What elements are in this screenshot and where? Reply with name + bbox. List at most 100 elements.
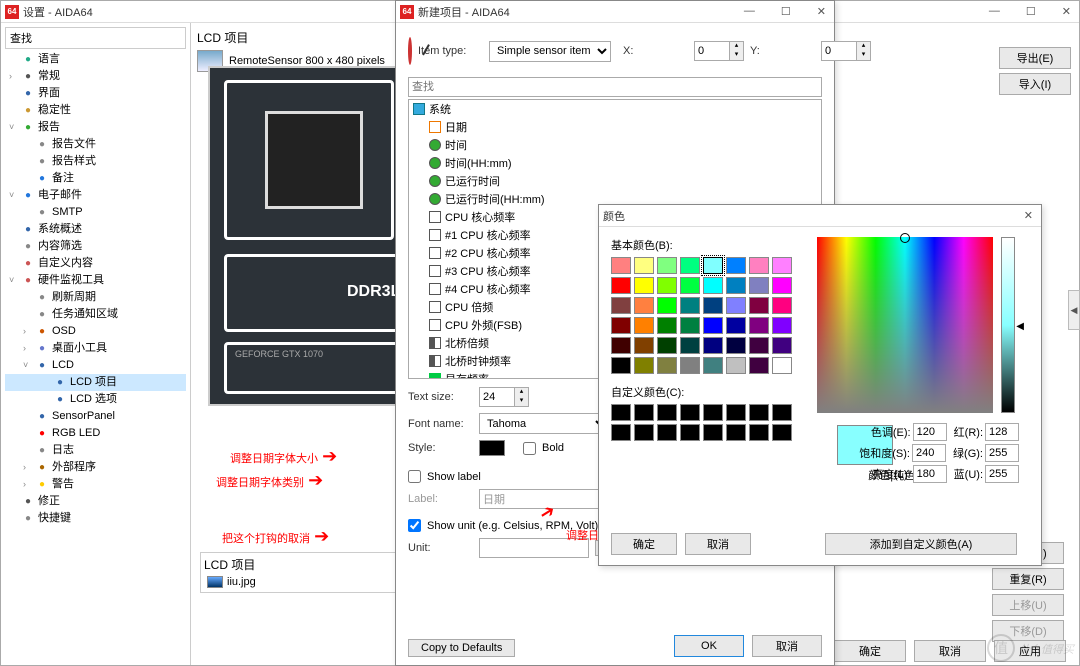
color-swatch[interactable]: [680, 337, 700, 354]
color-swatch[interactable]: [726, 337, 746, 354]
custom-color-swatch[interactable]: [657, 424, 677, 441]
green-input[interactable]: [985, 444, 1019, 462]
modal-ok-button[interactable]: OK: [674, 635, 744, 657]
custom-color-swatch[interactable]: [611, 404, 631, 421]
red-input[interactable]: [985, 423, 1019, 441]
color-swatch[interactable]: [749, 257, 769, 274]
tree-item[interactable]: ●系统概述: [5, 221, 186, 238]
color-swatch[interactable]: [611, 337, 631, 354]
tree-item[interactable]: ›●警告: [5, 476, 186, 493]
lum-input[interactable]: [913, 465, 947, 483]
custom-color-swatch[interactable]: [749, 404, 769, 421]
color-swatch[interactable]: [657, 257, 677, 274]
color-swatch[interactable]: [772, 337, 792, 354]
tree-item[interactable]: ›●OSD: [5, 323, 186, 340]
main-apply-button[interactable]: 应用: [994, 640, 1066, 662]
custom-color-swatch[interactable]: [680, 424, 700, 441]
tree-item[interactable]: ●备注: [5, 170, 186, 187]
color-swatch[interactable]: [680, 297, 700, 314]
custom-color-swatch[interactable]: [772, 404, 792, 421]
tree-item[interactable]: ●报告样式: [5, 153, 186, 170]
tree-item[interactable]: ●内容筛选: [5, 238, 186, 255]
tree-item[interactable]: ˅●硬件监视工具: [5, 272, 186, 289]
custom-color-swatch[interactable]: [749, 424, 769, 441]
color-swatch[interactable]: [634, 297, 654, 314]
color-swatch[interactable]: [749, 337, 769, 354]
color-swatch[interactable]: [726, 357, 746, 374]
tree-item[interactable]: ●自定义内容: [5, 255, 186, 272]
x-spin-up[interactable]: ▴: [730, 42, 743, 51]
tree-item[interactable]: ●日志: [5, 442, 186, 459]
settings-tree[interactable]: ●语言›●常规●界面●稳定性˅●报告●报告文件●报告样式●备注˅●电子邮件●SM…: [5, 51, 186, 527]
sensor-item[interactable]: 时间(HH:mm): [409, 154, 821, 172]
color-swatch[interactable]: [772, 297, 792, 314]
color-swatch[interactable]: [703, 277, 723, 294]
color-swatch[interactable]: [657, 297, 677, 314]
color-swatch[interactable]: [749, 277, 769, 294]
modal-titlebar[interactable]: 64 新建项目 - AIDA64 ― ☐ ✕: [396, 1, 834, 23]
custom-color-swatch[interactable]: [726, 404, 746, 421]
tree-item[interactable]: ●稳定性: [5, 102, 186, 119]
color-swatch[interactable]: [680, 257, 700, 274]
tree-item[interactable]: ●快捷键: [5, 510, 186, 527]
custom-color-swatch[interactable]: [680, 404, 700, 421]
tree-item[interactable]: ●LCD 选项: [5, 391, 186, 408]
color-swatch[interactable]: [772, 317, 792, 334]
tree-item[interactable]: ●SMTP: [5, 204, 186, 221]
color-cancel-button[interactable]: 取消: [685, 533, 751, 555]
color-gradient-picker[interactable]: [817, 237, 993, 413]
luminance-slider[interactable]: [1001, 237, 1015, 413]
modal-cancel-button[interactable]: 取消: [752, 635, 822, 657]
sat-input[interactable]: [912, 444, 946, 462]
show-label-checkbox[interactable]: [408, 470, 421, 483]
tree-item[interactable]: ›●常规: [5, 68, 186, 85]
tree-item[interactable]: ●修正: [5, 493, 186, 510]
custom-color-swatch[interactable]: [657, 404, 677, 421]
y-input[interactable]: [821, 41, 857, 61]
y-spin-down[interactable]: ▾: [857, 51, 870, 60]
text-color-swatch[interactable]: [479, 440, 505, 456]
export-button[interactable]: 导出(E): [999, 47, 1071, 69]
custom-color-swatch[interactable]: [703, 404, 723, 421]
minimize-button[interactable]: ―: [740, 5, 759, 18]
x-input[interactable]: [694, 41, 730, 61]
color-titlebar[interactable]: 颜色 ✕: [599, 205, 1041, 227]
color-swatch[interactable]: [611, 257, 631, 274]
tree-item[interactable]: ●任务通知区域: [5, 306, 186, 323]
color-swatch[interactable]: [703, 317, 723, 334]
sensor-search-input[interactable]: [408, 77, 822, 97]
close-button[interactable]: ✕: [813, 5, 830, 18]
color-swatch[interactable]: [749, 297, 769, 314]
add-custom-color-button[interactable]: 添加到自定义颜色(A): [825, 533, 1017, 555]
close-button[interactable]: ✕: [1058, 5, 1075, 18]
color-swatch[interactable]: [726, 297, 746, 314]
minimize-button[interactable]: ―: [985, 5, 1004, 18]
tree-item[interactable]: ›●桌面小工具: [5, 340, 186, 357]
x-spin-down[interactable]: ▾: [730, 51, 743, 60]
tree-item[interactable]: ˅●电子邮件: [5, 187, 186, 204]
custom-color-swatch[interactable]: [703, 424, 723, 441]
color-swatch[interactable]: [703, 257, 723, 274]
color-swatch[interactable]: [657, 277, 677, 294]
color-swatch[interactable]: [680, 357, 700, 374]
color-swatch[interactable]: [772, 357, 792, 374]
y-spin-up[interactable]: ▴: [857, 42, 870, 51]
move-up-button[interactable]: 上移(U): [992, 594, 1064, 616]
color-swatch[interactable]: [657, 357, 677, 374]
main-ok-button[interactable]: 确定: [834, 640, 906, 662]
maximize-button[interactable]: ☐: [1022, 5, 1040, 18]
sensor-tree-root[interactable]: 系统: [409, 100, 821, 118]
color-swatch[interactable]: [726, 257, 746, 274]
font-name-select[interactable]: Tahoma: [479, 413, 609, 434]
tree-item[interactable]: ●SensorPanel: [5, 408, 186, 425]
show-unit-checkbox[interactable]: [408, 519, 421, 532]
custom-color-swatch[interactable]: [726, 424, 746, 441]
color-swatch[interactable]: [657, 337, 677, 354]
color-swatch[interactable]: [726, 277, 746, 294]
tree-item[interactable]: ●界面: [5, 85, 186, 102]
color-swatch[interactable]: [680, 277, 700, 294]
color-swatch[interactable]: [657, 317, 677, 334]
restore-button[interactable]: 重复(R): [992, 568, 1064, 590]
tree-item[interactable]: ●报告文件: [5, 136, 186, 153]
color-swatch[interactable]: [749, 317, 769, 334]
